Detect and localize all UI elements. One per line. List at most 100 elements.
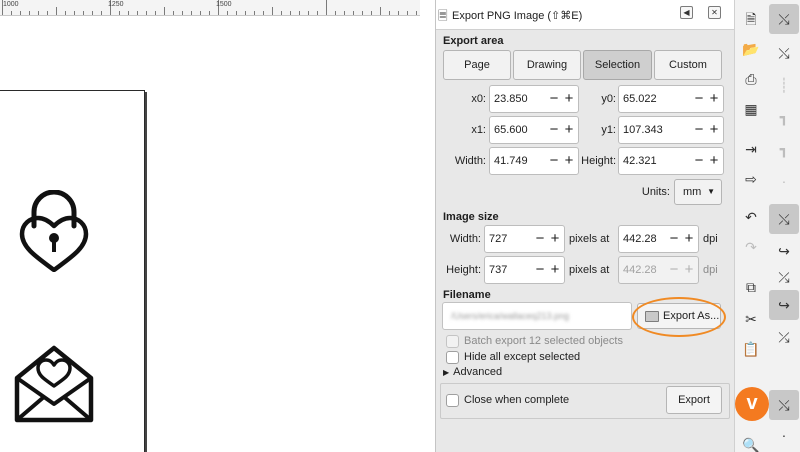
area-width-spinbox[interactable]: 41.749 − + (489, 147, 579, 175)
drawing-canvas[interactable]: 1000 1250 1500 (0, 0, 420, 452)
ruler-tick (308, 11, 309, 15)
snap-grid-icon[interactable]: · (769, 420, 799, 450)
chevron-down-icon: ▼ (707, 187, 715, 196)
ruler-tick (236, 11, 237, 15)
export-button[interactable]: Export (666, 386, 722, 414)
snap-page-icon[interactable]: ⤯ (769, 390, 799, 420)
snap-midpoint-icon[interactable]: ┓ (769, 102, 799, 132)
ruler-label: 1250 (108, 1, 124, 8)
area-height-spinbox[interactable]: 42.321 − + (618, 147, 724, 175)
snap-nodes-icon[interactable]: ┓ (769, 134, 799, 164)
ruler-tick (326, 0, 327, 15)
export-area-heading: Export area (443, 35, 504, 47)
padlock-heart-icon[interactable] (18, 190, 90, 272)
pixels-at-label: pixels at (569, 233, 610, 245)
image-height-label: Height: (446, 264, 481, 276)
dpi-x-spinbox[interactable]: 442.28 − + (618, 225, 699, 253)
increment-icon[interactable]: + (548, 260, 562, 280)
decrement-icon[interactable]: − (547, 120, 561, 140)
ruler-tick (380, 7, 381, 15)
decrement-icon[interactable]: − (533, 229, 547, 249)
duplicate-icon[interactable]: ⧉ (736, 272, 766, 302)
page-button[interactable]: Page (443, 50, 511, 80)
increment-icon[interactable]: + (707, 151, 721, 171)
ruler-tick (56, 7, 57, 15)
checkbox[interactable] (446, 351, 459, 364)
decrement-icon[interactable]: − (547, 89, 561, 109)
custom-button[interactable]: Custom (654, 50, 722, 80)
snap-corner-icon[interactable]: ┊ (769, 70, 799, 100)
zoom-icon[interactable]: 🔍 (736, 430, 766, 452)
increment-icon[interactable]: + (707, 120, 721, 140)
ruler-tick (209, 11, 210, 15)
snap-guide-icon[interactable]: ⤰ (769, 322, 799, 352)
snap-bbox-icon[interactable]: ⤯ (769, 38, 799, 68)
image-width-value: 727 (489, 233, 508, 245)
import-icon[interactable]: ⇥ (736, 134, 766, 164)
cut-icon[interactable]: ✂ (736, 304, 766, 334)
image-height-spinbox[interactable]: 737 − + (484, 256, 565, 284)
ruler-tick (335, 11, 336, 15)
collapse-icon[interactable]: ◀ (680, 6, 693, 19)
ruler-tick (389, 11, 390, 15)
paste-icon[interactable]: 📋 (736, 334, 766, 364)
units-dropdown[interactable]: mm ▼ (674, 179, 722, 205)
open-folder-icon[interactable]: 📂 (736, 34, 766, 64)
x0-spinbox[interactable]: 23.850 − + (489, 85, 579, 113)
drawing-button[interactable]: Drawing (513, 50, 581, 80)
image-width-spinbox[interactable]: 727 − + (484, 225, 565, 253)
dpi-y-spinbox: 442.28 − + (618, 256, 699, 284)
y1-spinbox[interactable]: 107.343 − + (618, 116, 724, 144)
decrement-icon[interactable]: − (533, 260, 547, 280)
checkbox[interactable] (446, 394, 459, 407)
undo-icon[interactable]: ↶ (736, 202, 766, 232)
increment-icon[interactable]: + (562, 89, 576, 109)
advanced-expander[interactable]: ▶ Advanced (443, 366, 502, 378)
y0-spinbox[interactable]: 65.022 − + (618, 85, 724, 113)
increment-icon[interactable]: + (682, 229, 696, 249)
snap-path-icon[interactable]: · (769, 166, 799, 196)
close-when-complete-label: Close when complete (464, 394, 570, 406)
ruler-tick (263, 11, 264, 15)
ruler-tick (11, 11, 12, 15)
snap-toggle-icon[interactable]: ⤯ (769, 4, 799, 34)
new-document-icon[interactable]: 🗎 (736, 4, 766, 34)
close-icon[interactable]: ✕ (708, 6, 721, 19)
snap-rotation-icon[interactable]: ↪ (769, 290, 799, 320)
ruler-tick (119, 11, 120, 15)
increment-icon[interactable]: + (548, 229, 562, 249)
filename-heading: Filename (443, 289, 491, 301)
filename-input[interactable]: /Users/erica/wallaceq213.png (442, 302, 632, 330)
snap-intersection-icon[interactable]: ⤯ (769, 204, 799, 234)
increment-icon[interactable]: + (707, 89, 721, 109)
vimeo-logo-icon: v (735, 387, 769, 421)
decrement-icon[interactable]: − (692, 120, 706, 140)
commands-toolbar: 🗎 📂 ⎙ ▦ ⇥ ⇨ ↶ ↷ ⧉ ✂ 📋 🔍 ⤯ ⤯ ┊ ┓ ┓ · ⤯ ↪ … (734, 0, 800, 452)
filename-value: /Users/erica/wallaceq213.png (451, 311, 570, 321)
decrement-icon[interactable]: − (547, 151, 561, 171)
x1-spinbox[interactable]: 65.600 − + (489, 116, 579, 144)
ruler-tick (398, 11, 399, 15)
envelope-heart-icon[interactable] (12, 340, 96, 424)
dpi-y-value: 442.28 (623, 264, 657, 276)
ruler-tick (137, 11, 138, 15)
y1-label: y1: (601, 124, 616, 136)
ruler-tick (281, 11, 282, 15)
width-label: Width: (454, 155, 486, 167)
selection-button[interactable]: Selection (583, 50, 652, 80)
export-icon[interactable]: ⇨ (736, 164, 766, 194)
increment-icon[interactable]: + (562, 151, 576, 171)
decrement-icon[interactable]: − (692, 89, 706, 109)
ruler-label: 1000 (3, 1, 19, 8)
ruler-tick (227, 11, 228, 15)
redo-icon[interactable]: ↷ (736, 232, 766, 262)
ruler-tick (344, 11, 345, 15)
snap-center-icon[interactable]: ⤰ (769, 262, 799, 292)
print-icon[interactable]: ⎙ (736, 64, 766, 94)
decrement-icon[interactable]: − (692, 151, 706, 171)
ruler-tick (74, 11, 75, 15)
decrement-icon[interactable]: − (667, 229, 681, 249)
print-preview-icon[interactable]: ▦ (736, 94, 766, 124)
document-icon: 🗏 (438, 9, 448, 23)
increment-icon[interactable]: + (562, 120, 576, 140)
